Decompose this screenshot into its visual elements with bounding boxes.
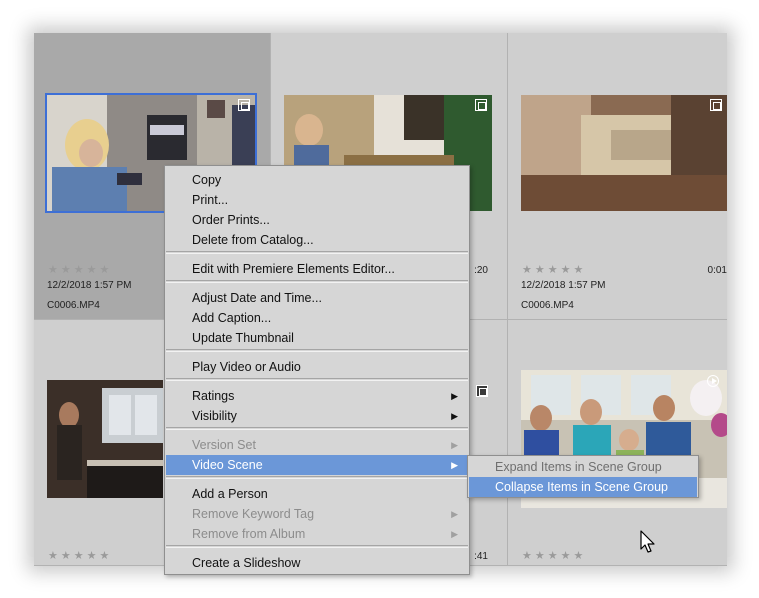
menu-item-order-prints[interactable]: Order Prints... (166, 210, 468, 230)
mouse-cursor-icon (640, 530, 655, 553)
menu-item-label: Delete from Catalog... (192, 233, 314, 247)
menu-item-remove-from-album[interactable]: Remove from Album ▶ (166, 524, 468, 544)
menu-item-add-person[interactable]: Add a Person (166, 484, 468, 504)
context-menu: Copy Print... Order Prints... Delete fro… (164, 165, 470, 575)
menu-item-label: Create a Slideshow (192, 556, 301, 570)
submenu-arrow-icon: ▶ (451, 391, 458, 401)
menu-separator (166, 280, 468, 283)
menu-item-label: Play Video or Audio (192, 360, 301, 374)
video-thumbnail[interactable] (521, 95, 727, 211)
menu-item-label: Ratings (192, 389, 235, 403)
submenu-arrow-icon: ▶ (451, 460, 458, 470)
menu-item-label: Edit with Premiere Elements Editor... (192, 262, 395, 276)
star-rating[interactable]: ★★★★★ (522, 263, 586, 276)
submenu-arrow-icon: ▶ (451, 529, 458, 539)
video-duration: :41 (474, 551, 488, 562)
video-badge-icon (710, 99, 722, 111)
menu-item-label: Add a Person (192, 487, 268, 501)
menu-item-label: Add Caption... (192, 311, 272, 325)
video-badge-icon (476, 385, 488, 397)
menu-item-label: Remove Keyword Tag (192, 507, 315, 521)
video-scene-submenu: Expand Items in Scene Group Collapse Ite… (467, 455, 699, 498)
menu-separator (166, 378, 468, 381)
menu-item-remove-keyword-tag[interactable]: Remove Keyword Tag ▶ (166, 504, 468, 524)
menu-item-video-scene[interactable]: Video Scene ▶ (166, 455, 468, 475)
menu-item-label: Visibility (192, 409, 237, 423)
menu-item-label: Collapse Items in Scene Group (495, 480, 669, 494)
video-duration: :20 (474, 265, 488, 276)
grid-cell[interactable]: ★★★★★ 0:01 12/2/2018 1:57 PM C0006.MP4 (508, 33, 727, 320)
menu-separator (166, 545, 468, 548)
menu-item-label: Remove from Album (192, 527, 306, 541)
video-duration: 0:01 (707, 265, 727, 276)
item-date: 12/2/2018 1:57 PM (47, 280, 132, 291)
menu-item-delete-from-catalog[interactable]: Delete from Catalog... (166, 230, 468, 250)
menu-item-label: Adjust Date and Time... (192, 291, 322, 305)
play-icon (707, 375, 719, 387)
menu-separator (166, 476, 468, 479)
menu-separator (166, 251, 468, 254)
menu-item-label: Expand Items in Scene Group (495, 460, 662, 474)
menu-item-label: Update Thumbnail (192, 331, 294, 345)
menu-item-label: Version Set (192, 438, 256, 452)
thumbnail-image (521, 95, 727, 211)
menu-item-adjust-date-time[interactable]: Adjust Date and Time... (166, 288, 468, 308)
menu-item-label: Order Prints... (192, 213, 270, 227)
menu-item-copy[interactable]: Copy (166, 170, 468, 190)
submenu-item-expand-scene-group[interactable]: Expand Items in Scene Group (469, 457, 697, 477)
video-badge-icon (475, 99, 487, 111)
video-badge-icon (238, 99, 250, 111)
grid-cell[interactable]: ★★★★★ (508, 320, 727, 566)
item-date: 12/2/2018 1:57 PM (521, 280, 606, 291)
menu-item-label: Print... (192, 193, 229, 207)
menu-item-update-thumbnail[interactable]: Update Thumbnail (166, 328, 468, 348)
star-rating[interactable]: ★★★★★ (48, 549, 112, 562)
menu-item-edit-premiere[interactable]: Edit with Premiere Elements Editor... (166, 259, 468, 279)
menu-item-visibility[interactable]: Visibility ▶ (166, 406, 468, 426)
thumbnail-image (47, 380, 163, 498)
video-thumbnail[interactable] (47, 380, 163, 498)
menu-item-version-set[interactable]: Version Set ▶ (166, 435, 468, 455)
submenu-item-collapse-scene-group[interactable]: Collapse Items in Scene Group (469, 477, 697, 497)
menu-separator (166, 427, 468, 430)
menu-item-play-video[interactable]: Play Video or Audio (166, 357, 468, 377)
submenu-arrow-icon: ▶ (451, 509, 458, 519)
menu-item-add-caption[interactable]: Add Caption... (166, 308, 468, 328)
menu-item-ratings[interactable]: Ratings ▶ (166, 386, 468, 406)
menu-item-create-slideshow[interactable]: Create a Slideshow (166, 553, 468, 573)
submenu-arrow-icon: ▶ (451, 440, 458, 450)
menu-item-print[interactable]: Print... (166, 190, 468, 210)
menu-separator (166, 349, 468, 352)
star-rating[interactable]: ★★★★★ (522, 549, 586, 562)
menu-item-label: Copy (192, 173, 222, 187)
menu-item-label: Video Scene (192, 458, 263, 472)
item-filename: C0006.MP4 (521, 300, 574, 311)
item-filename: C0006.MP4 (47, 300, 100, 311)
submenu-arrow-icon: ▶ (451, 411, 458, 421)
star-rating[interactable]: ★★★★★ (48, 263, 112, 276)
